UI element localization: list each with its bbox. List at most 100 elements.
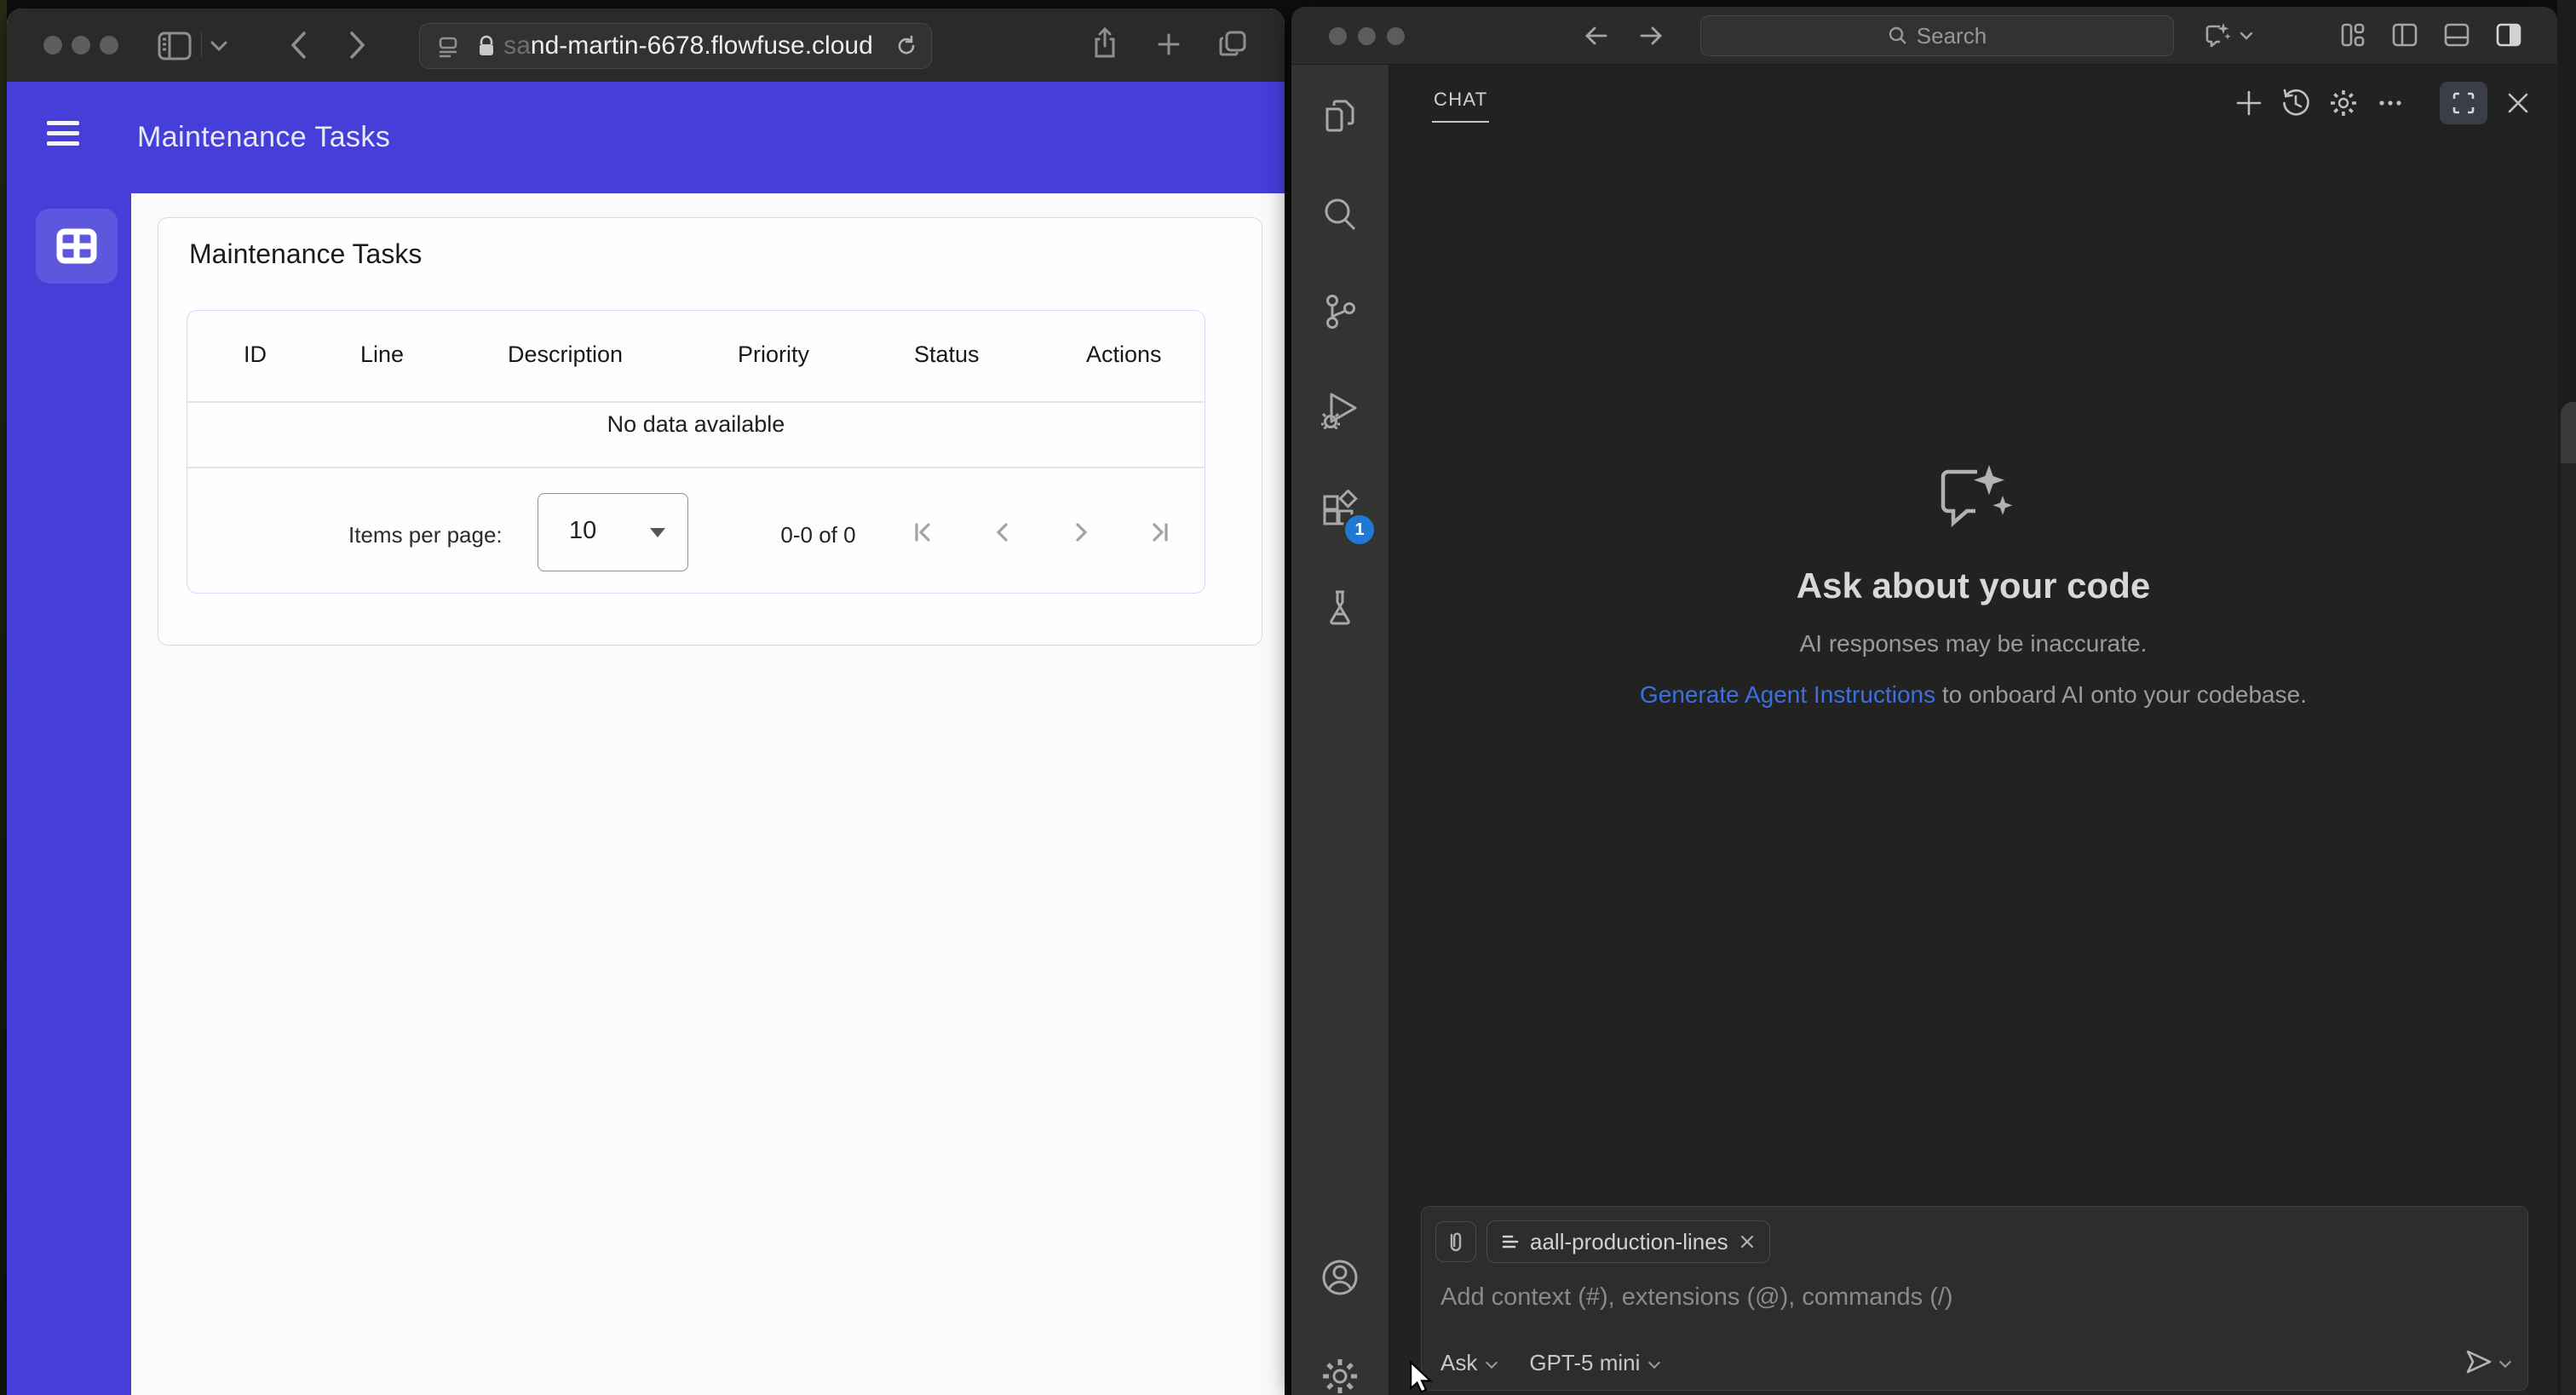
activity-bar: 1	[1291, 65, 1389, 1395]
menu-icon[interactable]	[47, 121, 79, 152]
chat-sparkle-icon	[1941, 465, 2012, 527]
tab-chat[interactable]: CHAT	[1432, 89, 1490, 123]
chevron-down-icon	[1486, 1358, 1497, 1369]
vscode-titlebar: Search	[1291, 7, 2557, 65]
column-header-actions: Actions	[1086, 342, 1162, 367]
account-icon[interactable]	[1320, 1257, 1360, 1298]
url-text: sand-martin-6678.flowfuse.cloud	[420, 32, 931, 60]
copilot-icon[interactable]	[2203, 20, 2232, 49]
generate-agent-instructions-link[interactable]: Generate Agent Instructions	[1640, 681, 1935, 708]
remove-context-icon[interactable]	[1739, 1233, 1756, 1250]
minimize-window-button[interactable]	[1358, 27, 1376, 45]
maximize-icon	[2452, 92, 2475, 114]
context-chip[interactable]: aall-production-lines	[1486, 1220, 1770, 1263]
toggle-secondary-sidebar-icon[interactable]	[2495, 21, 2522, 49]
run-debug-icon[interactable]	[1320, 389, 1360, 430]
chat-input-placeholder: Add context (#), extensions (@), command…	[1440, 1283, 1953, 1311]
toggle-primary-sidebar-icon[interactable]	[2391, 21, 2418, 49]
chat-input-box[interactable]: aall-production-lines Add context (#), e…	[1421, 1206, 2528, 1391]
card-title: Maintenance Tasks	[189, 238, 423, 269]
share-icon[interactable]	[1092, 27, 1118, 60]
close-window-button[interactable]	[43, 36, 62, 55]
last-page-button[interactable]	[1144, 517, 1175, 548]
zoom-window-button[interactable]	[100, 36, 118, 55]
new-chat-icon[interactable]	[2234, 89, 2263, 118]
attach-context-button[interactable]	[1435, 1221, 1476, 1262]
toolbar-divider	[201, 32, 202, 58]
source-control-icon[interactable]	[1320, 291, 1360, 332]
next-page-button[interactable]	[1066, 517, 1096, 548]
tab-overview-icon[interactable]	[1218, 30, 1247, 59]
vscode-window: Search 1 CHAT Ask about your code AI res…	[1291, 7, 2557, 1395]
send-options-chevron-icon[interactable]	[2499, 1357, 2510, 1368]
sidebar-item-tasks[interactable]	[36, 209, 118, 284]
zoom-window-button[interactable]	[1387, 27, 1405, 45]
extensions-badge: 1	[1343, 513, 1377, 547]
column-header-line: Line	[360, 342, 405, 367]
explorer-icon[interactable]	[1320, 97, 1360, 138]
minimize-window-button[interactable]	[72, 36, 90, 55]
tasks-card: Maintenance Tasks ID Line Description Pr…	[158, 217, 1262, 646]
safari-toolbar: sand-martin-6678.flowfuse.cloud	[7, 9, 1285, 82]
command-search-bar[interactable]: Search	[1700, 15, 2174, 56]
column-header-id: ID	[244, 342, 267, 367]
select-caret-icon	[650, 528, 665, 537]
more-actions-icon[interactable]	[2376, 89, 2405, 118]
testing-icon[interactable]	[1320, 587, 1360, 628]
lock-icon	[480, 35, 494, 55]
back-icon[interactable]	[288, 30, 308, 60]
new-tab-icon[interactable]	[1157, 32, 1181, 56]
background-window-edge	[2557, 0, 2576, 1395]
paperclip-icon	[1450, 1232, 1462, 1252]
empty-state-link-line: Generate Agent Instructions to onboard A…	[1640, 681, 2307, 708]
toggle-panel-icon[interactable]	[2443, 21, 2470, 49]
back-icon[interactable]	[1583, 22, 1610, 49]
chat-settings-gear-icon[interactable]	[2328, 88, 2359, 118]
forward-icon[interactable]	[1637, 22, 1665, 49]
sidebar-toggle-icon[interactable]	[158, 32, 192, 60]
send-icon[interactable]	[2465, 1349, 2493, 1375]
chat-empty-state: Ask about your code AI responses may be …	[1389, 463, 2557, 709]
mouse-cursor	[1410, 1361, 1433, 1393]
mode-picker[interactable]: Ask	[1440, 1350, 1497, 1376]
previous-page-button[interactable]	[987, 517, 1018, 548]
history-icon[interactable]	[2280, 88, 2311, 118]
first-page-button[interactable]	[908, 517, 939, 548]
settings-gear-icon[interactable]	[1320, 1356, 1360, 1395]
empty-state-note: AI responses may be inaccurate.	[1799, 630, 2148, 657]
grid-icon	[56, 228, 97, 264]
desktop-edge	[0, 0, 7, 1395]
chevron-down-icon[interactable]	[2239, 31, 2254, 41]
header-divider	[2422, 88, 2423, 118]
app-main: Maintenance Tasks ID Line Description Pr…	[131, 193, 1285, 1395]
chevron-down-icon[interactable]	[210, 40, 228, 52]
app-header: Maintenance Tasks	[7, 82, 1285, 193]
column-header-description: Description	[508, 342, 624, 367]
column-header-priority: Priority	[738, 342, 810, 367]
table-divider	[187, 401, 1205, 403]
safari-window: sand-martin-6678.flowfuse.cloud Maintena…	[7, 9, 1285, 1395]
app-sidebar	[7, 193, 131, 1395]
address-bar[interactable]: sand-martin-6678.flowfuse.cloud	[419, 23, 932, 69]
empty-state-text: No data available	[607, 411, 785, 437]
app-title: Maintenance Tasks	[137, 121, 391, 153]
reload-icon[interactable]	[895, 35, 917, 57]
model-picker[interactable]: GPT-5 mini	[1529, 1350, 1659, 1376]
customize-layout-icon[interactable]	[2339, 21, 2366, 49]
chevron-down-icon	[1648, 1358, 1659, 1369]
maximize-panel-button[interactable]	[2440, 82, 2487, 124]
reader-icon[interactable]	[437, 36, 459, 58]
items-per-page-label: Items per page:	[348, 522, 503, 548]
close-panel-icon[interactable]	[2504, 89, 2532, 117]
search-icon[interactable]	[1320, 194, 1360, 235]
chat-panel: CHAT Ask about your code AI responses ma…	[1389, 65, 2557, 1395]
search-icon	[1889, 26, 1906, 44]
empty-state-title: Ask about your code	[1796, 565, 2151, 606]
tasks-table: ID Line Description Priority Status Acti…	[187, 310, 1205, 594]
page-size-select[interactable]: 10	[538, 493, 688, 571]
forward-icon[interactable]	[348, 30, 368, 60]
table-divider	[187, 467, 1205, 468]
close-window-button[interactable]	[1329, 27, 1347, 45]
flow-file-icon	[1502, 1235, 1519, 1249]
range-text: 0-0 of 0	[780, 522, 856, 548]
